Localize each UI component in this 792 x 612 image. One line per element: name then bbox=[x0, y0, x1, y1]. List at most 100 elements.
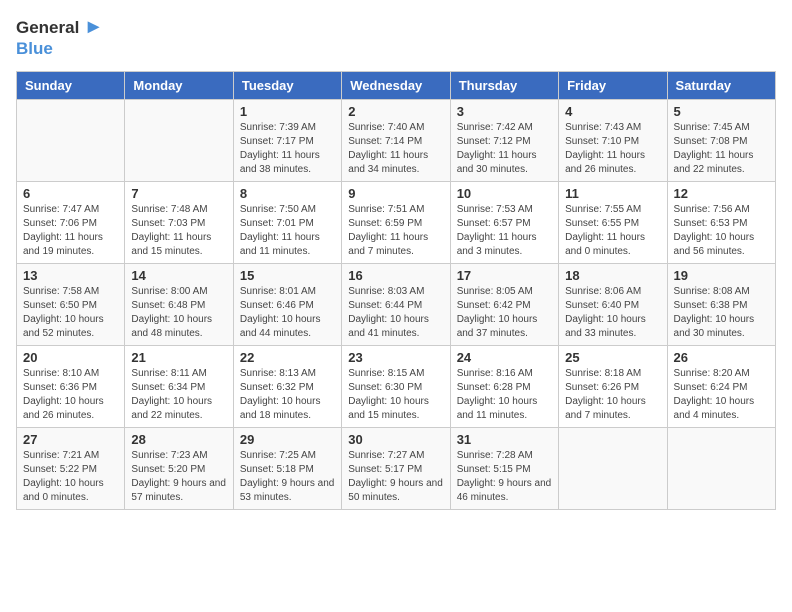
day-daylight: Daylight: 11 hours and 15 minutes. bbox=[131, 232, 211, 257]
day-sunset: Sunset: 7:01 PM bbox=[240, 218, 314, 229]
day-number: 28 bbox=[131, 432, 226, 447]
day-daylight: Daylight: 10 hours and 4 minutes. bbox=[674, 396, 755, 421]
day-daylight: Daylight: 11 hours and 7 minutes. bbox=[348, 232, 428, 257]
day-sunrise: Sunrise: 8:18 AM bbox=[565, 368, 641, 379]
day-daylight: Daylight: 10 hours and 44 minutes. bbox=[240, 314, 321, 339]
logo-general-text: General bbox=[16, 18, 79, 37]
day-sunset: Sunset: 5:22 PM bbox=[23, 464, 97, 475]
day-number: 3 bbox=[457, 104, 552, 119]
calendar-day-cell: 10 Sunrise: 7:53 AM Sunset: 6:57 PM Dayl… bbox=[450, 182, 558, 264]
day-number: 26 bbox=[674, 350, 769, 365]
day-number: 7 bbox=[131, 186, 226, 201]
day-sunrise: Sunrise: 7:58 AM bbox=[23, 286, 99, 297]
day-sunrise: Sunrise: 8:16 AM bbox=[457, 368, 533, 379]
day-sunrise: Sunrise: 7:48 AM bbox=[131, 204, 207, 215]
day-sunset: Sunset: 6:50 PM bbox=[23, 300, 97, 311]
day-daylight: Daylight: 9 hours and 57 minutes. bbox=[131, 478, 226, 503]
day-sunrise: Sunrise: 7:47 AM bbox=[23, 204, 99, 215]
calendar-table: SundayMondayTuesdayWednesdayThursdayFrid… bbox=[16, 71, 776, 510]
day-of-week-header: Sunday bbox=[17, 72, 125, 100]
calendar-week-row: 13 Sunrise: 7:58 AM Sunset: 6:50 PM Dayl… bbox=[17, 264, 776, 346]
day-sunrise: Sunrise: 7:23 AM bbox=[131, 450, 207, 461]
day-sunset: Sunset: 7:08 PM bbox=[674, 136, 748, 147]
calendar-day-cell: 8 Sunrise: 7:50 AM Sunset: 7:01 PM Dayli… bbox=[233, 182, 341, 264]
day-sunrise: Sunrise: 7:28 AM bbox=[457, 450, 533, 461]
day-daylight: Daylight: 10 hours and 48 minutes. bbox=[131, 314, 212, 339]
day-sunset: Sunset: 7:14 PM bbox=[348, 136, 422, 147]
day-daylight: Daylight: 10 hours and 0 minutes. bbox=[23, 478, 104, 503]
day-number: 10 bbox=[457, 186, 552, 201]
day-daylight: Daylight: 10 hours and 22 minutes. bbox=[131, 396, 212, 421]
calendar-day-cell: 30 Sunrise: 7:27 AM Sunset: 5:17 PM Dayl… bbox=[342, 428, 450, 510]
day-sunset: Sunset: 6:40 PM bbox=[565, 300, 639, 311]
day-number: 17 bbox=[457, 268, 552, 283]
day-number: 11 bbox=[565, 186, 660, 201]
day-sunrise: Sunrise: 8:20 AM bbox=[674, 368, 750, 379]
day-number: 27 bbox=[23, 432, 118, 447]
calendar-week-row: 1 Sunrise: 7:39 AM Sunset: 7:17 PM Dayli… bbox=[17, 100, 776, 182]
day-sunset: Sunset: 7:03 PM bbox=[131, 218, 205, 229]
day-daylight: Daylight: 11 hours and 30 minutes. bbox=[457, 150, 537, 175]
day-sunrise: Sunrise: 8:13 AM bbox=[240, 368, 316, 379]
calendar-day-cell: 24 Sunrise: 8:16 AM Sunset: 6:28 PM Dayl… bbox=[450, 346, 558, 428]
day-sunrise: Sunrise: 7:40 AM bbox=[348, 122, 424, 133]
day-daylight: Daylight: 10 hours and 7 minutes. bbox=[565, 396, 646, 421]
day-sunset: Sunset: 7:12 PM bbox=[457, 136, 531, 147]
day-sunset: Sunset: 5:15 PM bbox=[457, 464, 531, 475]
day-sunset: Sunset: 6:26 PM bbox=[565, 382, 639, 393]
day-sunset: Sunset: 6:53 PM bbox=[674, 218, 748, 229]
day-daylight: Daylight: 10 hours and 37 minutes. bbox=[457, 314, 538, 339]
day-number: 18 bbox=[565, 268, 660, 283]
calendar-day-cell: 14 Sunrise: 8:00 AM Sunset: 6:48 PM Dayl… bbox=[125, 264, 233, 346]
day-of-week-header: Thursday bbox=[450, 72, 558, 100]
calendar-week-row: 6 Sunrise: 7:47 AM Sunset: 7:06 PM Dayli… bbox=[17, 182, 776, 264]
calendar-day-cell: 19 Sunrise: 8:08 AM Sunset: 6:38 PM Dayl… bbox=[667, 264, 775, 346]
calendar-day-cell: 12 Sunrise: 7:56 AM Sunset: 6:53 PM Dayl… bbox=[667, 182, 775, 264]
day-daylight: Daylight: 11 hours and 38 minutes. bbox=[240, 150, 320, 175]
day-daylight: Daylight: 9 hours and 46 minutes. bbox=[457, 478, 552, 503]
calendar-day-cell bbox=[17, 100, 125, 182]
logo: General ► Blue bbox=[16, 16, 104, 59]
calendar-day-cell: 9 Sunrise: 7:51 AM Sunset: 6:59 PM Dayli… bbox=[342, 182, 450, 264]
day-number: 14 bbox=[131, 268, 226, 283]
day-sunset: Sunset: 6:24 PM bbox=[674, 382, 748, 393]
logo-bird-icon: ► bbox=[84, 16, 104, 38]
day-sunrise: Sunrise: 8:01 AM bbox=[240, 286, 316, 297]
day-sunrise: Sunrise: 7:55 AM bbox=[565, 204, 641, 215]
day-sunrise: Sunrise: 7:53 AM bbox=[457, 204, 533, 215]
day-daylight: Daylight: 10 hours and 15 minutes. bbox=[348, 396, 429, 421]
day-sunrise: Sunrise: 7:25 AM bbox=[240, 450, 316, 461]
day-sunrise: Sunrise: 8:06 AM bbox=[565, 286, 641, 297]
calendar-day-cell: 15 Sunrise: 8:01 AM Sunset: 6:46 PM Dayl… bbox=[233, 264, 341, 346]
day-daylight: Daylight: 11 hours and 0 minutes. bbox=[565, 232, 645, 257]
calendar-week-row: 27 Sunrise: 7:21 AM Sunset: 5:22 PM Dayl… bbox=[17, 428, 776, 510]
day-sunrise: Sunrise: 8:15 AM bbox=[348, 368, 424, 379]
day-daylight: Daylight: 10 hours and 11 minutes. bbox=[457, 396, 538, 421]
day-number: 31 bbox=[457, 432, 552, 447]
day-number: 23 bbox=[348, 350, 443, 365]
day-sunset: Sunset: 6:46 PM bbox=[240, 300, 314, 311]
day-number: 2 bbox=[348, 104, 443, 119]
day-daylight: Daylight: 9 hours and 53 minutes. bbox=[240, 478, 335, 503]
day-of-week-header: Wednesday bbox=[342, 72, 450, 100]
calendar-day-cell bbox=[125, 100, 233, 182]
day-daylight: Daylight: 11 hours and 22 minutes. bbox=[674, 150, 754, 175]
page-header: General ► Blue bbox=[16, 16, 776, 59]
day-number: 4 bbox=[565, 104, 660, 119]
day-sunset: Sunset: 6:48 PM bbox=[131, 300, 205, 311]
day-sunset: Sunset: 6:57 PM bbox=[457, 218, 531, 229]
day-daylight: Daylight: 9 hours and 50 minutes. bbox=[348, 478, 443, 503]
day-number: 13 bbox=[23, 268, 118, 283]
day-number: 21 bbox=[131, 350, 226, 365]
day-sunset: Sunset: 6:38 PM bbox=[674, 300, 748, 311]
day-sunset: Sunset: 5:20 PM bbox=[131, 464, 205, 475]
day-of-week-header: Tuesday bbox=[233, 72, 341, 100]
day-sunset: Sunset: 6:28 PM bbox=[457, 382, 531, 393]
day-daylight: Daylight: 10 hours and 52 minutes. bbox=[23, 314, 104, 339]
day-daylight: Daylight: 10 hours and 56 minutes. bbox=[674, 232, 755, 257]
day-sunrise: Sunrise: 7:39 AM bbox=[240, 122, 316, 133]
day-sunset: Sunset: 6:44 PM bbox=[348, 300, 422, 311]
calendar-week-row: 20 Sunrise: 8:10 AM Sunset: 6:36 PM Dayl… bbox=[17, 346, 776, 428]
calendar-day-cell: 2 Sunrise: 7:40 AM Sunset: 7:14 PM Dayli… bbox=[342, 100, 450, 182]
calendar-day-cell: 22 Sunrise: 8:13 AM Sunset: 6:32 PM Dayl… bbox=[233, 346, 341, 428]
